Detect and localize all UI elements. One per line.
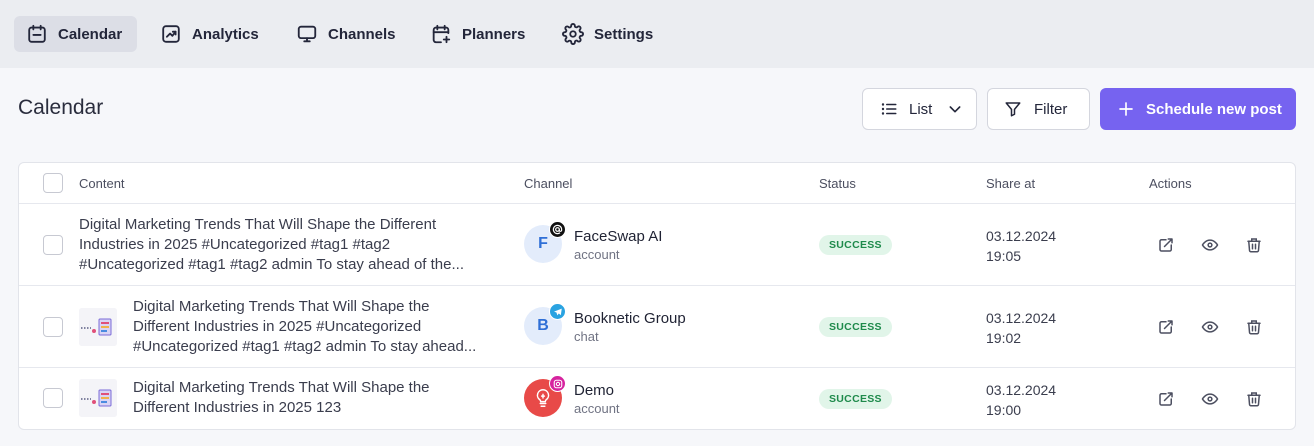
row-checkbox[interactable] <box>43 388 63 408</box>
column-header-content: Content <box>79 176 125 191</box>
preview-button[interactable] <box>1199 388 1221 410</box>
nav-item-channels[interactable]: Channels <box>284 16 410 52</box>
preview-button[interactable] <box>1199 234 1221 256</box>
content-line: #Uncategorized #tag1 #tag2 admin To stay… <box>79 256 464 273</box>
analytics-icon <box>162 25 180 43</box>
view-mode-label: List <box>909 100 933 118</box>
schedule-new-post-button[interactable]: Schedule new post <box>1100 88 1296 130</box>
instagram-icon <box>549 375 566 392</box>
share-time: 19:00 <box>986 402 1022 418</box>
channel-type: account <box>574 401 620 416</box>
eye-icon <box>1201 321 1219 333</box>
filter-button[interactable]: Filter <box>987 88 1090 130</box>
nav-item-label: Channels <box>328 25 396 43</box>
list-icon <box>881 103 897 115</box>
content-line: Different Industries in 2025 123 <box>133 399 342 416</box>
row-checkbox[interactable] <box>43 317 63 337</box>
share-date: 03.12.2024 <box>986 310 1057 326</box>
eye-icon <box>1201 393 1219 405</box>
status-badge: SUCCESS <box>819 317 892 337</box>
status-badge: SUCCESS <box>819 235 892 255</box>
content-line: Different Industries in 2025 #Uncategori… <box>133 318 422 335</box>
nav-item-label: Analytics <box>192 25 259 43</box>
channel-name: Demo <box>574 382 615 399</box>
nav-item-calendar[interactable]: Calendar <box>14 16 137 52</box>
nav-item-label: Settings <box>594 25 654 43</box>
content-line: #Uncategorized #tag1 #tag2 admin To stay… <box>133 338 477 355</box>
view-mode-dropdown[interactable]: List <box>862 88 977 130</box>
telegram-icon <box>549 303 566 320</box>
open-external-button[interactable] <box>1155 388 1177 410</box>
external-link-icon <box>1159 238 1173 252</box>
post-thumbnail[interactable] <box>79 308 117 346</box>
eye-icon <box>1201 239 1219 251</box>
page-title: Calendar <box>18 96 104 119</box>
column-header-share-at: Share at <box>986 176 1036 191</box>
thumbnail-image <box>79 379 117 417</box>
table-row: Digital Marketing Trends That Will Shape… <box>19 368 1295 429</box>
table-row: Digital Marketing Trends That Will Shape… <box>19 286 1295 368</box>
chevron-down-icon <box>949 106 961 113</box>
plus-icon <box>1119 102 1133 116</box>
thumbnail-image <box>79 308 117 346</box>
content-line: Digital Marketing Trends That Will Shape… <box>133 298 430 315</box>
post-thumbnail[interactable] <box>79 379 117 417</box>
column-header-actions: Actions <box>1149 176 1192 191</box>
channel-name: Booknetic Group <box>574 310 686 327</box>
nav-item-planners[interactable]: Planners <box>418 16 539 52</box>
share-date: 03.12.2024 <box>986 228 1057 244</box>
table-row: Digital Marketing Trends That Will Shape… <box>19 204 1295 286</box>
filter-icon <box>1005 102 1021 117</box>
lightbulb-icon <box>536 389 550 407</box>
external-link-icon <box>1159 320 1173 334</box>
select-all-checkbox[interactable] <box>43 173 63 193</box>
share-datetime: 03.12.2024 19:05 <box>986 226 1056 266</box>
post-content[interactable]: Digital Marketing Trends That Will Shape… <box>133 297 533 357</box>
delete-button[interactable] <box>1243 388 1265 410</box>
open-external-button[interactable] <box>1155 316 1177 338</box>
column-header-channel: Channel <box>524 176 573 191</box>
status-badge: SUCCESS <box>819 389 892 409</box>
schedule-label: Schedule new post <box>1146 100 1282 118</box>
calendar-plus-icon <box>432 24 451 44</box>
delete-button[interactable] <box>1243 234 1265 256</box>
share-date: 03.12.2024 <box>986 382 1057 398</box>
content-line: Industries in 2025 #Uncategorized #tag1 … <box>79 236 391 253</box>
preview-button[interactable] <box>1199 316 1221 338</box>
trash-icon <box>1247 238 1261 253</box>
nav-item-label: Planners <box>462 25 526 43</box>
threads-icon <box>549 221 566 238</box>
channel-type: account <box>574 247 620 262</box>
row-checkbox[interactable] <box>43 235 63 255</box>
share-time: 19:02 <box>986 330 1022 346</box>
delete-button[interactable] <box>1243 316 1265 338</box>
trash-icon <box>1247 392 1261 407</box>
column-header-status: Status <box>819 176 856 191</box>
calendar-icon <box>28 24 46 43</box>
gear-icon <box>562 23 584 45</box>
filter-label: Filter <box>1034 100 1068 118</box>
share-datetime: 03.12.2024 19:00 <box>986 380 1056 420</box>
nav-item-settings[interactable]: Settings <box>550 16 667 52</box>
channel-type: chat <box>574 329 599 344</box>
external-link-icon <box>1159 392 1173 406</box>
table-header: Content Channel Status Share at Actions <box>19 163 1295 204</box>
nav-item-analytics[interactable]: Analytics <box>148 16 273 52</box>
top-nav: Calendar Analytics Channels Planners Set… <box>0 0 1314 68</box>
share-time: 19:05 <box>986 248 1022 264</box>
post-content[interactable]: Digital Marketing Trends That Will Shape… <box>79 215 479 275</box>
monitor-icon <box>297 25 317 43</box>
channel-name: FaceSwap AI <box>574 228 663 245</box>
open-external-button[interactable] <box>1155 234 1177 256</box>
content-line: Digital Marketing Trends That Will Shape… <box>79 216 437 233</box>
share-datetime: 03.12.2024 19:02 <box>986 308 1056 348</box>
posts-table: Content Channel Status Share at Actions … <box>18 162 1296 430</box>
post-content[interactable]: Digital Marketing Trends That Will Shape… <box>133 378 533 418</box>
nav-item-label: Calendar <box>58 25 123 43</box>
content-line: Digital Marketing Trends That Will Shape… <box>133 379 430 396</box>
trash-icon <box>1247 320 1261 335</box>
